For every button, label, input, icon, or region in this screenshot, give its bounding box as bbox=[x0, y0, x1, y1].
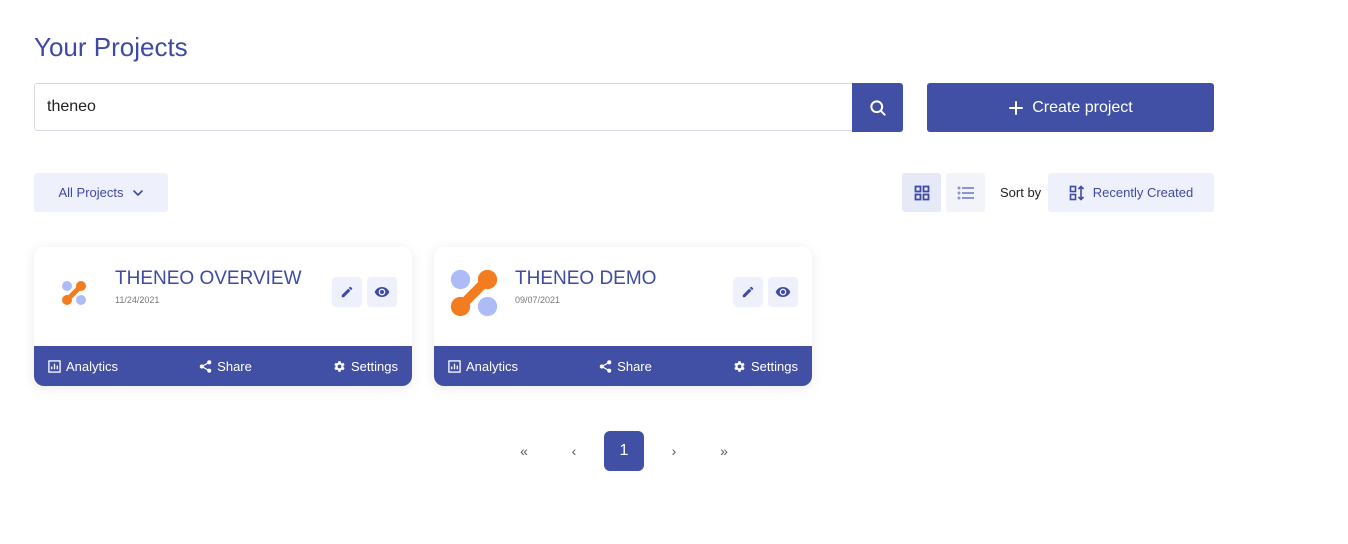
view-project-button[interactable] bbox=[768, 277, 798, 307]
analytics-button[interactable]: Analytics bbox=[48, 359, 118, 374]
share-button[interactable]: Share bbox=[599, 359, 652, 374]
list-view-button[interactable] bbox=[946, 173, 985, 212]
filter-label: All Projects bbox=[58, 185, 124, 200]
analytics-label: Analytics bbox=[66, 358, 119, 374]
grid-view-button[interactable] bbox=[902, 173, 941, 212]
project-card[interactable]: THENEO OVERVIEW 11/24/2021 Analytics Sha… bbox=[34, 247, 412, 386]
eye-icon bbox=[775, 287, 791, 297]
analytics-button[interactable]: Analytics bbox=[448, 359, 518, 374]
sort-value: Recently Created bbox=[1092, 185, 1194, 200]
theneo-logo-icon bbox=[450, 269, 498, 317]
eye-icon bbox=[374, 287, 390, 297]
project-actions-bar: Analytics Share Settings bbox=[434, 346, 812, 386]
pagination-page-current[interactable]: 1 bbox=[604, 431, 644, 471]
theneo-logo-icon bbox=[62, 281, 86, 305]
share-label: Share bbox=[617, 358, 652, 374]
search-icon bbox=[869, 99, 886, 116]
settings-label: Settings bbox=[751, 358, 798, 374]
gear-icon bbox=[734, 360, 745, 372]
sort-label: Sort by bbox=[1000, 185, 1042, 200]
list-icon bbox=[957, 186, 974, 199]
project-logo bbox=[46, 265, 102, 321]
sort-dropdown[interactable]: Recently Created bbox=[1048, 173, 1214, 212]
edit-project-button[interactable] bbox=[332, 277, 362, 307]
project-date: 09/07/2021 bbox=[515, 295, 561, 305]
plus-icon bbox=[1009, 100, 1024, 115]
settings-label: Settings bbox=[351, 358, 398, 374]
grid-icon bbox=[914, 185, 929, 200]
analytics-icon bbox=[448, 359, 461, 373]
share-label: Share bbox=[217, 358, 252, 374]
analytics-label: Analytics bbox=[466, 358, 519, 374]
pagination-next[interactable]: › bbox=[654, 431, 694, 471]
project-filter-dropdown[interactable]: All Projects bbox=[34, 173, 168, 212]
view-project-button[interactable] bbox=[367, 277, 397, 307]
search-button[interactable] bbox=[852, 83, 903, 132]
gear-icon bbox=[334, 360, 345, 372]
share-icon bbox=[599, 359, 612, 373]
pagination-prev[interactable]: ‹ bbox=[554, 431, 594, 471]
chevron-down-icon bbox=[132, 189, 143, 196]
pencil-icon bbox=[341, 286, 353, 298]
project-date: 11/24/2021 bbox=[115, 295, 160, 305]
create-project-button[interactable]: Create project bbox=[927, 83, 1214, 132]
search-input[interactable] bbox=[35, 84, 852, 130]
page-title: Your Projects bbox=[34, 32, 188, 62]
create-project-label: Create project bbox=[1032, 98, 1133, 116]
project-name[interactable]: THENEO DEMO bbox=[515, 268, 656, 290]
settings-button[interactable]: Settings bbox=[333, 359, 398, 374]
analytics-icon bbox=[48, 359, 61, 373]
settings-button[interactable]: Settings bbox=[733, 359, 798, 374]
project-logo bbox=[446, 265, 502, 321]
sort-icon bbox=[1069, 184, 1084, 201]
share-button[interactable]: Share bbox=[199, 359, 252, 374]
edit-project-button[interactable] bbox=[733, 277, 763, 307]
pencil-icon bbox=[742, 286, 754, 298]
share-icon bbox=[199, 359, 212, 373]
pagination-first[interactable]: « bbox=[504, 431, 544, 471]
project-actions-bar: Analytics Share Settings bbox=[34, 346, 412, 386]
project-card[interactable]: THENEO DEMO 09/07/2021 Analytics Share S… bbox=[434, 247, 812, 386]
pagination-last[interactable]: » bbox=[704, 431, 744, 471]
project-name[interactable]: THENEO OVERVIEW bbox=[115, 268, 302, 290]
search-box bbox=[34, 83, 852, 131]
